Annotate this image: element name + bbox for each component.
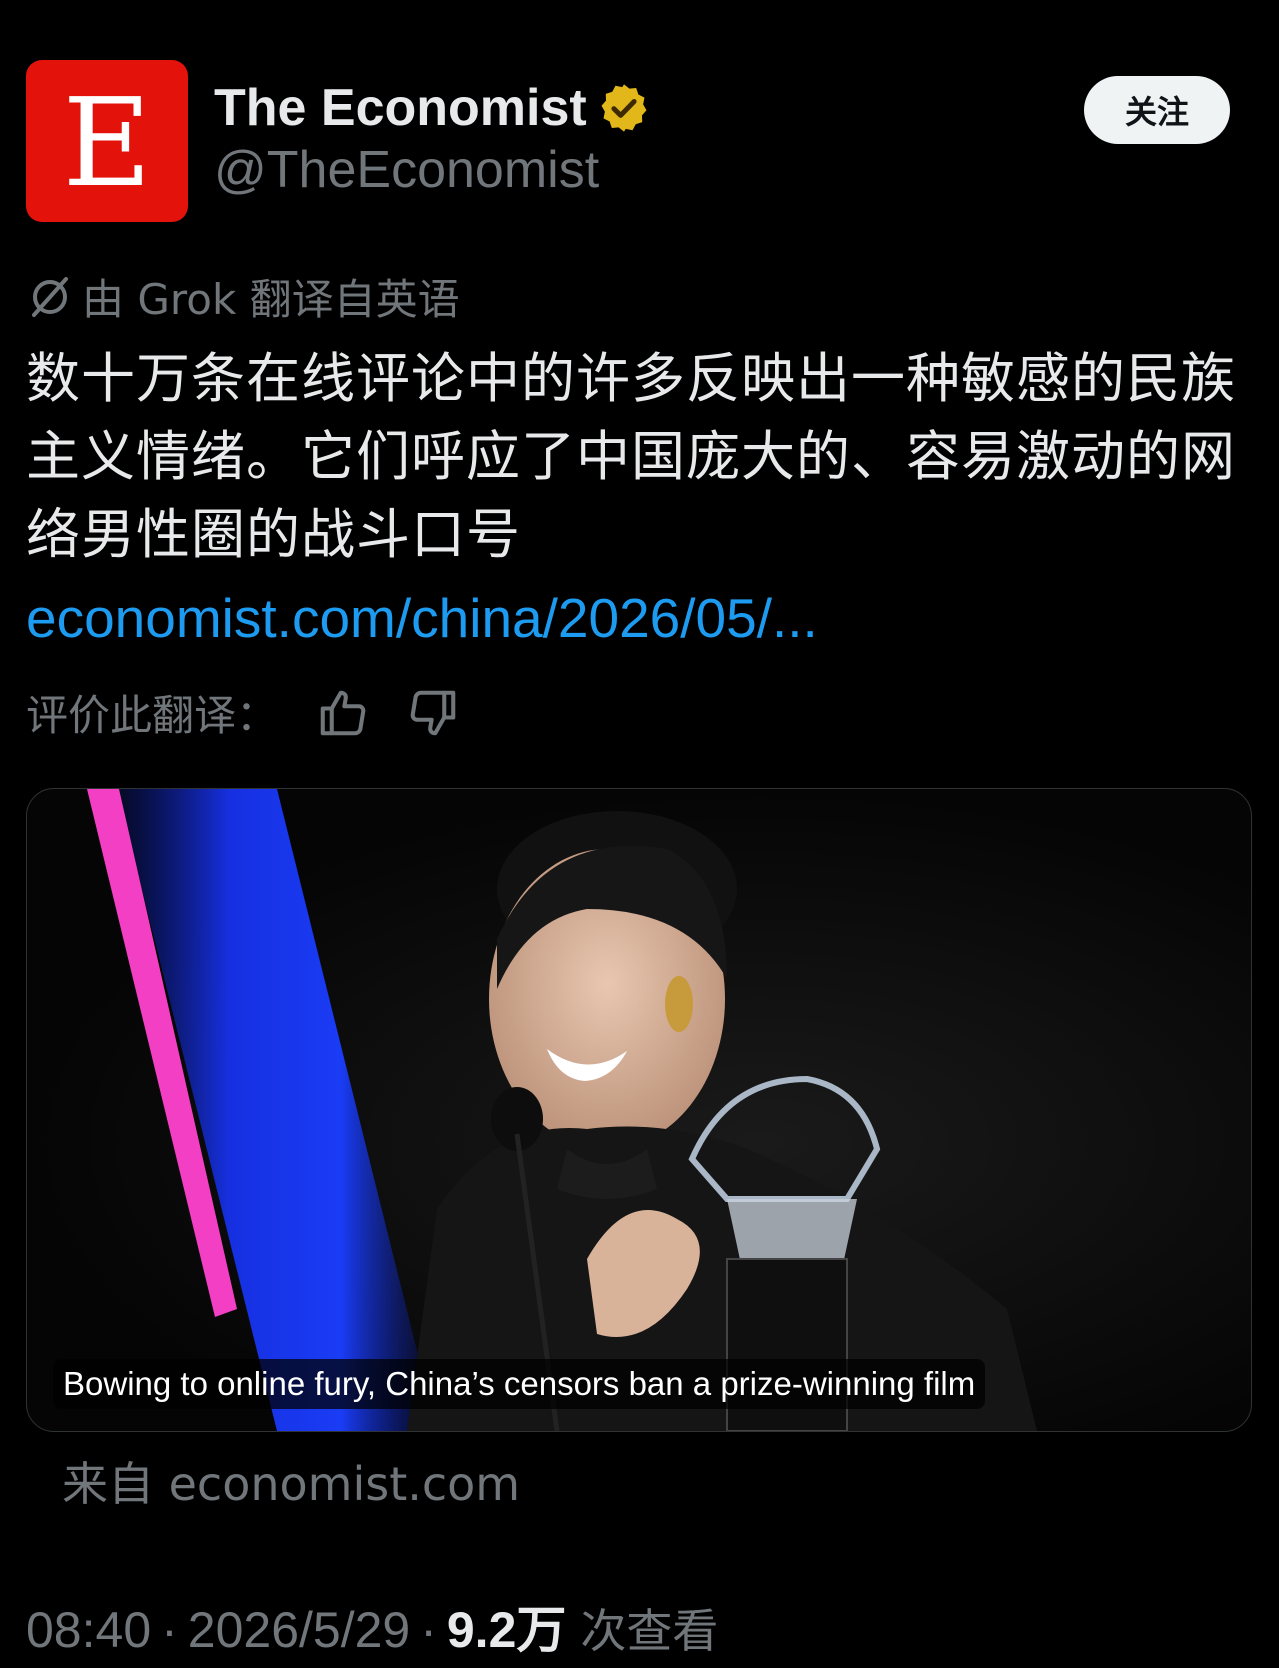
post-text: 数十万条在线评论中的许多反映出一种敏感的民族主义情绪。它们呼应了中国庞大的、容易… <box>26 347 1236 566</box>
gold-verified-badge-icon <box>601 84 647 132</box>
meta-separator: · <box>420 1602 437 1658</box>
link-card-media[interactable]: Bowing to online fury, China’s censors b… <box>26 788 1252 1432</box>
account-name-row: The Economist <box>214 78 651 138</box>
post-link[interactable]: economist.com/china/2026/05/... <box>26 586 818 650</box>
view-count-label: 次查看 <box>580 1604 719 1658</box>
grok-icon <box>32 276 68 317</box>
meta-separator: · <box>161 1602 178 1658</box>
post-date[interactable]: 2026/5/29 <box>188 1601 410 1659</box>
account-name[interactable]: The Economist <box>214 78 587 138</box>
account-handle[interactable]: @TheEconomist <box>214 140 599 200</box>
avatar-letter: E <box>62 72 152 214</box>
link-source[interactable]: 来自 economist.com <box>62 1448 520 1514</box>
thumbs-down-icon[interactable] <box>406 686 460 740</box>
post-meta: 08:40 · 2026/5/29 · 9.2万 次查看 <box>26 1590 718 1662</box>
article-photo <box>87 789 1037 1431</box>
follow-button[interactable]: 关注 <box>1084 76 1230 144</box>
avatar[interactable]: E <box>26 60 188 222</box>
view-count: 9.2万 <box>446 1602 567 1658</box>
post-time[interactable]: 08:40 <box>26 1601 151 1659</box>
rate-translation-label: 评价此翻译： <box>26 691 279 740</box>
translation-note-text: 由 Grok 翻译自英语 <box>82 275 460 324</box>
media-caption: Bowing to online fury, China’s censors b… <box>53 1359 986 1409</box>
translation-note: 由 Grok 翻译自英语 <box>26 266 460 327</box>
thumbs-up-icon[interactable] <box>316 686 370 740</box>
rate-translation: 评价此翻译： <box>26 682 460 743</box>
